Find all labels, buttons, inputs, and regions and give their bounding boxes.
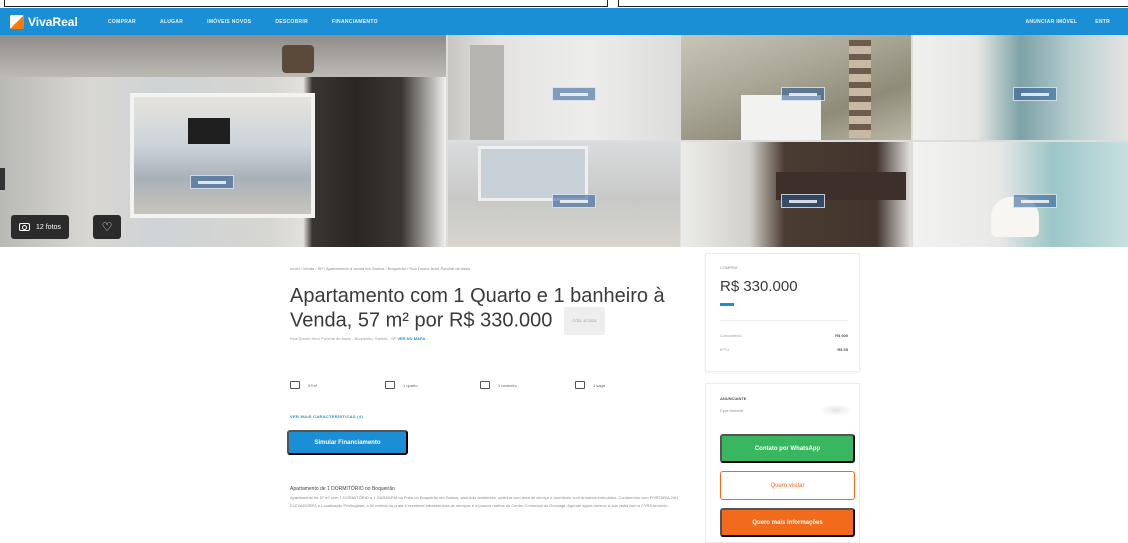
logo-icon	[10, 14, 24, 29]
nav-link-imoveis-novos[interactable]: IMÓVEIS NOVOS	[207, 19, 251, 25]
nav-link-anunciar-imovel[interactable]: ANUNCIAR IMÓVEL	[1025, 19, 1077, 25]
fee-label: IPTU	[720, 347, 730, 352]
feature-area-label: 57m²	[308, 382, 318, 388]
features-list: 57m² 1 quarto 1 banheiro 1 vaga	[290, 381, 670, 389]
watermark-logo	[781, 194, 825, 208]
gallery-prev-handle[interactable]	[0, 168, 5, 190]
nav-right: ANUNCIAR IMÓVEL ENTR	[1025, 8, 1128, 35]
top-navigation: VivaReal COMPRAR ALUGAR IMÓVEIS NOVOS DE…	[0, 8, 1128, 35]
site-logo[interactable]: VivaReal	[10, 14, 90, 29]
watermark-logo	[1013, 194, 1057, 208]
window-frame-left	[4, 0, 608, 7]
feature-area: 57m²	[290, 381, 385, 389]
request-info-button[interactable]: Quero mais informações	[720, 508, 855, 537]
map-link[interactable]: VER NO MAPA	[397, 336, 425, 341]
feature-parking: 1 vaga	[575, 381, 670, 389]
fee-value: R$ 600	[835, 333, 848, 338]
gallery-photo-5[interactable]	[448, 142, 680, 247]
photo-ladder	[849, 40, 871, 138]
gallery-photo-7[interactable]	[913, 142, 1128, 247]
feature-parking-label: 1 vaga	[593, 382, 606, 388]
photo-lamp	[282, 45, 314, 73]
car-icon	[575, 381, 585, 389]
price-value: R$ 330.000	[720, 278, 798, 295]
main-nav: COMPRAR ALUGAR IMÓVEIS NOVOS DESCOBRIR F…	[108, 19, 402, 25]
watermark-logo	[781, 87, 825, 101]
gallery-photo-2[interactable]	[448, 35, 680, 140]
price-accent-bar	[720, 303, 734, 306]
nav-link-alugar[interactable]: ALUGAR	[160, 19, 183, 25]
page-title: Apartamento com 1 Quarto e 1 banheiro à …	[290, 285, 690, 335]
watermark-logo	[552, 87, 596, 101]
nav-link-descobrir[interactable]: DESCOBRIR	[275, 19, 308, 25]
nav-link-financiamento[interactable]: FINANCIAMENTO	[332, 19, 378, 25]
listing-code-badge: CÓD. 871321	[564, 307, 605, 335]
fee-row-condo: Condomínio R$ 600	[720, 333, 848, 338]
shower-icon	[480, 381, 490, 389]
photo-gallery: 12 fotos ♡	[0, 35, 1128, 247]
fee-row-iptu: IPTU R$ 65	[720, 347, 848, 352]
feature-bathrooms: 1 banheiro	[480, 381, 575, 389]
advertiser-label: ANUNCIANTE	[720, 396, 747, 401]
schedule-visit-button[interactable]: Quero visitar	[720, 471, 855, 500]
camera-icon	[19, 223, 30, 231]
photo-tub	[741, 95, 821, 140]
watermark-logo	[552, 194, 596, 208]
feature-bedrooms-label: 1 quarto	[403, 382, 418, 388]
gallery-photo-6[interactable]	[681, 142, 911, 247]
title-text: Apartamento com 1 Quarto e 1 banheiro à …	[290, 285, 665, 332]
fee-label: Condomínio	[720, 333, 742, 338]
gallery-photo-4[interactable]	[913, 35, 1128, 140]
gallery-photo-3[interactable]	[681, 35, 911, 140]
breadcrumb[interactable]: Início / Venda / SP / Apartamento à vend…	[290, 266, 470, 271]
advertiser-logo	[820, 404, 852, 416]
photo-window	[478, 146, 588, 201]
window-frame-right	[618, 0, 1128, 7]
simulate-financing-button[interactable]: Simular Financiamento	[287, 430, 408, 455]
description-title: Apartamento de 1 DORMITÓRIO no Boqueirão	[290, 486, 395, 492]
heart-icon: ♡	[101, 220, 113, 234]
favorite-button[interactable]: ♡	[93, 215, 121, 239]
price-card: COMPRA R$ 330.000 Condomínio R$ 600 IPTU…	[705, 253, 860, 372]
feature-bedrooms: 1 quarto	[385, 381, 480, 389]
photo-count-label: 12 fotos	[36, 223, 61, 231]
browser-chrome	[0, 0, 1128, 8]
feature-bathrooms-label: 1 banheiro	[498, 382, 517, 388]
whatsapp-contact-button[interactable]: Contato por WhatsApp	[720, 434, 855, 463]
watermark-logo	[190, 175, 234, 189]
bed-icon	[385, 381, 395, 389]
photo-door	[470, 45, 504, 140]
photo-window	[130, 93, 315, 218]
area-icon	[290, 381, 300, 389]
fee-value: R$ 65	[837, 347, 848, 352]
contact-card: ANUNCIANTE Cyra Imóveis Contato por What…	[705, 383, 860, 543]
logo-text: VivaReal	[28, 14, 78, 29]
see-all-features-link[interactable]: VER MAIS CARACTERÍSTICAS (4)	[290, 414, 363, 419]
price-label: COMPRA	[720, 265, 738, 270]
address-text: Rua Doutor Artur Porchat de Assis - Boqu…	[290, 336, 397, 341]
description-text: Apartamento de 57 m² com 1 DORMITÓRIO e …	[290, 495, 680, 508]
listing-address: Rua Doutor Artur Porchat de Assis - Boqu…	[290, 336, 425, 341]
price-divider	[720, 320, 848, 321]
nav-link-entrar[interactable]: ENTR	[1095, 19, 1110, 25]
advertiser-name[interactable]: Cyra Imóveis	[720, 408, 743, 413]
photo-count-button[interactable]: 12 fotos	[11, 215, 69, 239]
photo-ceiling	[0, 35, 446, 77]
photo-tv	[188, 118, 230, 144]
watermark-logo	[1013, 87, 1057, 101]
nav-link-comprar[interactable]: COMPRAR	[108, 19, 136, 25]
